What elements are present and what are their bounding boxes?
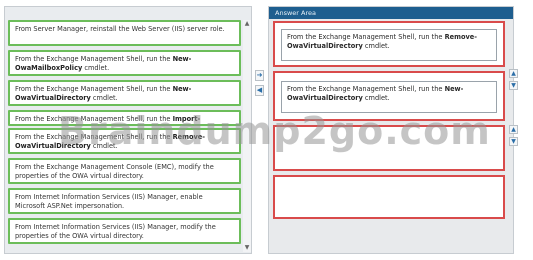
item-text: From the Exchange Management Shell, run … (15, 85, 173, 93)
drag-drop-question: From Server Manager, reinstall the Web S… (0, 0, 533, 260)
move-up-icon[interactable]: ▲ (509, 69, 518, 78)
list-item[interactable]: From the Exchange Management Shell, run … (8, 80, 241, 106)
list-item[interactable]: From the Exchange Management Shell, run … (8, 50, 241, 76)
list-scrollbar[interactable]: ▲ ▼ (243, 20, 251, 252)
list-item[interactable]: From Server Manager, reinstall the Web S… (8, 20, 241, 46)
list-item[interactable]: From Internet Information Services (IIS)… (8, 188, 241, 214)
item-text: From the Exchange Management Shell, run … (15, 133, 173, 141)
move-left-icon[interactable]: ◀ (255, 85, 264, 96)
item-text: From the Exchange Management Shell, run … (287, 85, 445, 93)
item-text: From Internet Information Services (IIS)… (15, 193, 203, 210)
item-text: From the Exchange Management Shell, run … (15, 115, 173, 123)
item-text-end: cmdlet. (362, 94, 390, 102)
item-text: From the Exchange Management Shell, run … (287, 33, 445, 41)
answer-item[interactable]: From the Exchange Management Shell, run … (281, 81, 497, 113)
move-right-icon[interactable]: ➜ (255, 70, 264, 81)
item-text-end: cmdlet. (362, 42, 390, 50)
item-cmdlet: Import- (172, 115, 201, 123)
list-item[interactable]: From the Exchange Management Shell, run … (8, 110, 241, 126)
scroll-up-icon[interactable]: ▲ (243, 20, 251, 28)
answer-slot-1[interactable]: From the Exchange Management Shell, run … (273, 21, 505, 67)
scroll-down-icon[interactable]: ▼ (243, 244, 251, 252)
answer-slot-4[interactable] (273, 175, 505, 219)
answer-slot-2[interactable]: From the Exchange Management Shell, run … (273, 71, 505, 121)
item-text: From the Exchange Management Shell, run … (15, 55, 173, 63)
item-text: From the Exchange Management Console (EM… (15, 163, 214, 180)
item-text-end: cmdlet. (90, 94, 118, 102)
answer-area-panel: Answer Area From the Exchange Management… (268, 6, 518, 254)
item-text-end: cmdlet. (82, 64, 110, 72)
answer-slot-3[interactable] (273, 125, 505, 171)
move-down-icon[interactable]: ▼ (509, 81, 518, 90)
list-item[interactable]: From Internet Information Services (IIS)… (8, 218, 241, 244)
move-up-icon[interactable]: ▲ (509, 125, 518, 134)
answer-area-header: Answer Area (269, 7, 513, 19)
item-text: From Server Manager, reinstall the Web S… (15, 25, 225, 33)
answer-item[interactable]: From the Exchange Management Shell, run … (281, 29, 497, 61)
list-item[interactable]: From the Exchange Management Console (EM… (8, 158, 241, 184)
move-down-icon[interactable]: ▼ (509, 137, 518, 146)
item-text-end: cmdlet. (90, 142, 118, 150)
source-list-panel: From Server Manager, reinstall the Web S… (4, 6, 252, 254)
item-text: From Internet Information Services (IIS)… (15, 223, 216, 240)
list-item[interactable]: From the Exchange Management Shell, run … (8, 128, 241, 154)
